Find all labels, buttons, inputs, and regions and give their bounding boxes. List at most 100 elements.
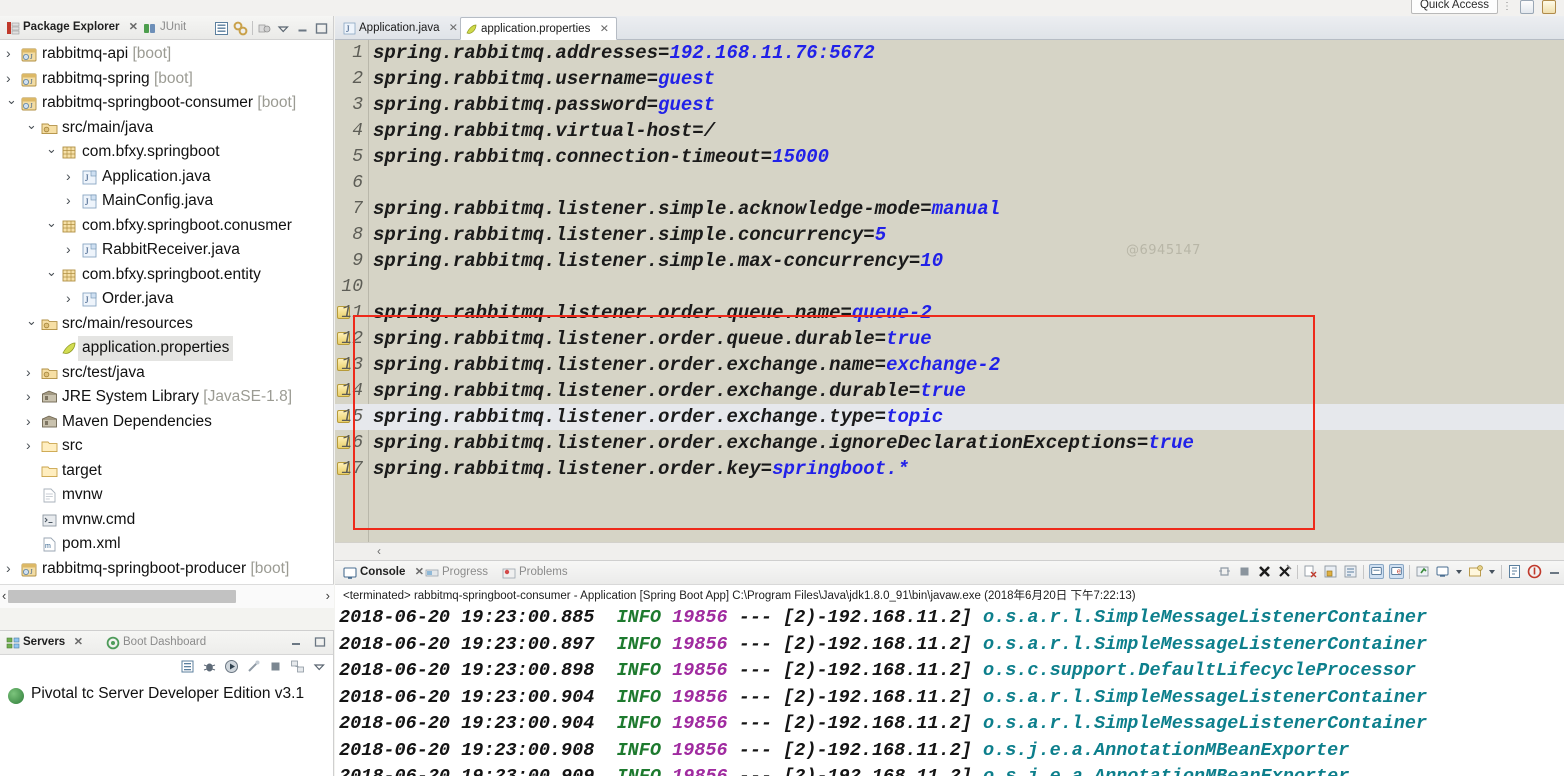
server-list-item[interactable]: Pivotal tc Server Developer Edition v3.1 bbox=[8, 685, 304, 704]
code-line[interactable]: 9 spring.rabbitmq.listener.simple.max-con… bbox=[335, 248, 1564, 274]
chevron-right-icon[interactable]: › bbox=[6, 561, 16, 575]
tab-junit[interactable]: JUnit bbox=[141, 18, 186, 37]
minimize-icon[interactable] bbox=[295, 21, 310, 36]
chevron-right-icon[interactable]: › bbox=[26, 414, 36, 428]
tree-item-src-main-java[interactable]: ⌄ src/main/java bbox=[0, 116, 333, 141]
tree-item-application-java[interactable]: › J Application.java bbox=[0, 165, 333, 190]
project-tree[interactable]: › Jrabbitmq-api [boot] › Jrabbitmq-spring [… bbox=[0, 40, 333, 582]
show-console-on-output-icon[interactable] bbox=[1369, 564, 1384, 579]
tab-servers[interactable]: Servers ✕ bbox=[4, 633, 83, 652]
tree-item-mvnw-cmd[interactable]: mvnw.cmd bbox=[0, 508, 333, 533]
chevron-down-icon[interactable]: ⌄ bbox=[26, 118, 37, 131]
tab-console[interactable]: Console ✕ bbox=[341, 563, 424, 582]
publish-icon[interactable] bbox=[290, 659, 305, 674]
pin-console-icon[interactable] bbox=[1415, 564, 1430, 579]
remove-launch-icon[interactable] bbox=[1257, 564, 1272, 579]
scroll-thumb[interactable] bbox=[8, 590, 236, 603]
alert-icon[interactable] bbox=[1527, 564, 1542, 579]
tree-item-rabbitmq-api[interactable]: › Jrabbitmq-api [boot] bbox=[0, 42, 333, 67]
tab-progress[interactable]: Progress bbox=[423, 563, 488, 582]
code-line[interactable]: 12 spring.rabbitmq.listener.order.queue.d… bbox=[335, 326, 1564, 352]
chevron-right-icon[interactable]: › bbox=[26, 365, 36, 379]
stop-icon[interactable] bbox=[268, 659, 283, 674]
word-wrap-icon[interactable] bbox=[1343, 564, 1358, 579]
minimize-icon[interactable] bbox=[1547, 564, 1562, 579]
chevron-down-icon[interactable]: ⌄ bbox=[6, 93, 17, 106]
tree-item-com-bfxy-springboot-conusmer[interactable]: ⌄ com.bfxy.springboot.conusmer bbox=[0, 214, 333, 239]
chevron-right-icon[interactable]: › bbox=[66, 169, 76, 183]
code-line[interactable]: 11 spring.rabbitmq.listener.order.queue.n… bbox=[335, 300, 1564, 326]
toolbar-overflow-icon[interactable]: ⋮ bbox=[1502, 1, 1512, 12]
code-line[interactable]: 1 spring.rabbitmq.addresses=192.168.11.76… bbox=[335, 40, 1564, 66]
quick-access-field[interactable]: Quick Access bbox=[1410, 0, 1498, 14]
code-line[interactable]: 3 spring.rabbitmq.password=guest bbox=[335, 92, 1564, 118]
chevron-right-icon[interactable]: › bbox=[26, 438, 36, 452]
tree-item-src-main-resources[interactable]: ⌄ src/main/resources bbox=[0, 312, 333, 337]
terminate-all-icon[interactable] bbox=[1217, 564, 1232, 579]
code-line[interactable]: 16 spring.rabbitmq.listener.order.exchang… bbox=[335, 430, 1564, 456]
close-icon[interactable]: ✕ bbox=[129, 18, 138, 37]
chevron-down-icon[interactable]: ⌄ bbox=[46, 216, 57, 229]
maximize-icon[interactable] bbox=[313, 635, 327, 649]
chevron-right-icon[interactable]: › bbox=[26, 389, 36, 403]
remove-all-terminated-icon[interactable] bbox=[1277, 564, 1292, 579]
tree-item-src[interactable]: › src bbox=[0, 434, 333, 459]
maximize-icon[interactable] bbox=[314, 21, 329, 36]
bookmark-icon[interactable] bbox=[1507, 564, 1522, 579]
close-icon[interactable]: ✕ bbox=[449, 17, 458, 40]
code-line[interactable]: 15 spring.rabbitmq.listener.order.exchang… bbox=[335, 404, 1564, 430]
code-line[interactable]: 6 bbox=[335, 170, 1564, 196]
java-perspective-icon[interactable] bbox=[1542, 0, 1556, 14]
tree-item-target[interactable]: target bbox=[0, 459, 333, 484]
console-output[interactable]: 2018-06-20 19:23:00.885 INFO 19856 --- [… bbox=[335, 605, 1564, 776]
code-line[interactable]: 5 spring.rabbitmq.connection-timeout=1500… bbox=[335, 144, 1564, 170]
tree-item-mainconfig-java[interactable]: › J MainConfig.java bbox=[0, 189, 333, 214]
collapse-all-icon[interactable] bbox=[214, 21, 229, 36]
code-line[interactable]: 13 spring.rabbitmq.listener.order.exchang… bbox=[335, 352, 1564, 378]
chevron-down-icon[interactable]: ⌄ bbox=[26, 314, 37, 327]
tree-item-rabbitmq-springboot-consumer[interactable]: ⌄ Jrabbitmq-springboot-consumer [boot] bbox=[0, 91, 333, 116]
tree-item-jre-system-library[interactable]: › JRE System Library [JavaSE-1.8] bbox=[0, 385, 333, 410]
view-menu-icon[interactable] bbox=[312, 659, 327, 674]
tab-package-explorer[interactable]: Package Explorer ✕ bbox=[4, 18, 138, 37]
link-with-editor-icon[interactable] bbox=[233, 21, 248, 36]
tree-item-com-bfxy-springboot-entity[interactable]: ⌄ com.bfxy.springboot.entity bbox=[0, 263, 333, 288]
new-server-icon[interactable] bbox=[180, 659, 195, 674]
minimize-icon[interactable] bbox=[289, 635, 303, 649]
chevron-down-icon[interactable]: ⌄ bbox=[46, 142, 57, 155]
view-menu-icon[interactable] bbox=[276, 21, 291, 36]
tab-problems[interactable]: Problems bbox=[500, 563, 568, 582]
tree-item-order-java[interactable]: › J Order.java bbox=[0, 287, 333, 312]
editor-tab-application-properties[interactable]: application.properties ✕ bbox=[460, 17, 618, 41]
code-line[interactable]: 10 bbox=[335, 274, 1564, 300]
editor-tab-application-java[interactable]: J Application.java ✕ bbox=[339, 17, 466, 40]
close-icon[interactable]: ✕ bbox=[599, 18, 608, 41]
chevron-down-icon[interactable] bbox=[1488, 564, 1496, 579]
code-line[interactable]: 4 spring.rabbitmq.virtual-host=/ bbox=[335, 118, 1564, 144]
debug-icon[interactable] bbox=[202, 659, 217, 674]
editor-code[interactable]: 1 spring.rabbitmq.addresses=192.168.11.76… bbox=[335, 40, 1564, 542]
tree-item-rabbitmq-springboot-producer[interactable]: › Jrabbitmq-springboot-producer [boot] bbox=[0, 557, 333, 582]
tab-boot-dashboard[interactable]: Boot Dashboard bbox=[104, 633, 206, 652]
chevron-down-icon[interactable] bbox=[1455, 564, 1463, 579]
code-line[interactable]: 17 spring.rabbitmq.listener.order.key=spr… bbox=[335, 456, 1564, 482]
display-selected-console-icon[interactable] bbox=[1435, 564, 1450, 579]
code-line[interactable]: 7 spring.rabbitmq.listener.simple.acknowl… bbox=[335, 196, 1564, 222]
tree-item-pom-xml[interactable]: m pom.xml bbox=[0, 532, 333, 557]
scroll-left-icon[interactable]: ‹ bbox=[2, 588, 6, 603]
code-line[interactable]: 8 spring.rabbitmq.listener.simple.concurr… bbox=[335, 222, 1564, 248]
tree-item-src-test-java[interactable]: › src/test/java bbox=[0, 361, 333, 386]
scroll-left-icon[interactable]: ‹ bbox=[377, 544, 381, 558]
tree-item-maven-dependencies[interactable]: › Maven Dependencies bbox=[0, 410, 333, 435]
clear-console-icon[interactable] bbox=[1303, 564, 1318, 579]
close-icon[interactable]: ✕ bbox=[74, 633, 83, 652]
show-console-on-error-icon[interactable]: e bbox=[1389, 564, 1404, 579]
chevron-right-icon[interactable]: › bbox=[6, 71, 16, 85]
tree-item-mvnw[interactable]: mvnw bbox=[0, 483, 333, 508]
chevron-down-icon[interactable]: ⌄ bbox=[46, 265, 57, 278]
scroll-right-icon[interactable]: › bbox=[326, 588, 330, 603]
package-explorer-hscrollbar[interactable]: ‹ › bbox=[0, 584, 334, 608]
profile-icon[interactable] bbox=[246, 659, 261, 674]
open-console-icon[interactable] bbox=[1468, 564, 1483, 579]
editor-hscrollbar[interactable]: ‹ bbox=[335, 542, 1564, 560]
